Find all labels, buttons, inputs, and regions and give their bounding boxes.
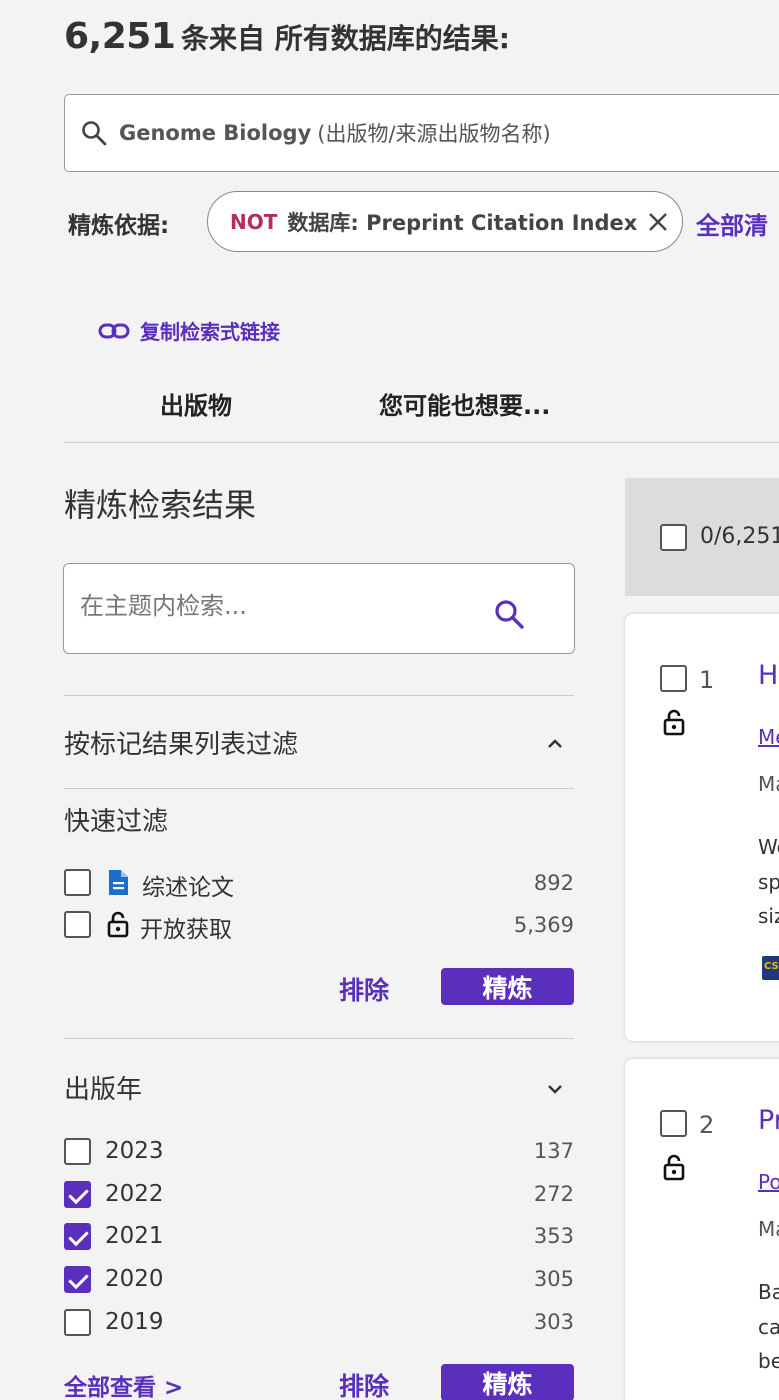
refine-by-label: 精炼依据:	[68, 213, 170, 239]
result-author-link[interactable]: Po	[758, 1170, 779, 1194]
clear-all-button[interactable]: 全部清	[696, 206, 768, 241]
quick-filter-title: 快速过滤	[64, 807, 169, 837]
unlock-icon	[107, 911, 129, 938]
year-label: 2020	[105, 1266, 164, 1292]
year-label: 2021	[105, 1223, 164, 1249]
exclude-button[interactable]: 排除	[339, 1367, 389, 1400]
close-icon[interactable]	[647, 211, 669, 233]
topic-search-icon[interactable]	[493, 598, 525, 630]
year-checkbox-2022[interactable]	[64, 1181, 91, 1208]
citation-logo[interactable]: CS	[762, 956, 779, 980]
result-checkbox[interactable]	[660, 665, 687, 692]
copy-query-link-button[interactable]: 复制检索式链接	[98, 316, 280, 345]
filter-chip[interactable]: NOT 数据库: Preprint Citation Index	[207, 191, 683, 252]
refine-results-title: 精炼检索结果	[64, 486, 257, 524]
search-icon	[82, 121, 107, 146]
link-icon	[98, 323, 130, 338]
publication-year-title[interactable]: 出版年	[64, 1069, 142, 1106]
result-abstract-line: We	[758, 835, 779, 859]
year-count: 303	[533, 1310, 574, 1334]
unlock-icon	[663, 1154, 685, 1181]
result-count-text: 条来自 所有数据库的结果:	[180, 22, 510, 55]
chevron-down-icon[interactable]	[545, 1079, 565, 1099]
result-abstract-line: sp	[758, 870, 779, 894]
result-checkbox[interactable]	[660, 1110, 687, 1137]
year-count: 353	[533, 1224, 574, 1248]
year-label: 2022	[105, 1181, 164, 1207]
result-card: 1 H Me Ma We sp siz CS	[625, 614, 779, 1041]
divider	[64, 788, 574, 789]
copy-query-link-label: 复制检索式链接	[140, 320, 280, 344]
result-source: Ma	[758, 772, 779, 796]
not-operator: NOT	[230, 209, 278, 234]
result-author-link[interactable]: Me	[758, 725, 779, 749]
quick-filter-checkbox-review[interactable]	[64, 869, 91, 896]
quick-filter-label-review: 综述论文	[142, 875, 234, 901]
query-field-desc: (出版物/来源出版物名称)	[317, 122, 551, 146]
query-text: Genome Biology	[119, 121, 312, 145]
tab-divider	[64, 442, 779, 443]
result-title-link[interactable]: H	[758, 660, 778, 691]
quick-filter-count-open-access: 5,369	[513, 913, 574, 937]
topic-search-input[interactable]	[80, 592, 460, 620]
marked-list-filter-title[interactable]: 按标记结果列表过滤	[64, 724, 298, 761]
document-icon	[109, 870, 128, 895]
view-all-link[interactable]: 全部查看 >	[64, 1368, 183, 1400]
result-abstract-line: Ba	[758, 1280, 779, 1304]
tab-publications[interactable]: 出版物	[160, 386, 232, 421]
result-count: 6,251	[64, 16, 176, 57]
exclude-button[interactable]: 排除	[339, 971, 389, 1007]
chevron-up-icon[interactable]	[545, 734, 565, 754]
results-header: 6,251 条来自 所有数据库的结果:	[64, 16, 510, 57]
year-checkbox-2020[interactable]	[64, 1266, 91, 1293]
year-checkbox-2021[interactable]	[64, 1223, 91, 1250]
query-box[interactable]: Genome Biology (出版物/来源出版物名称)	[64, 94, 779, 172]
unlock-icon	[663, 709, 685, 736]
result-abstract-line: be	[758, 1349, 779, 1373]
tab-you-may-also-like[interactable]: 您可能也想要...	[379, 386, 550, 421]
select-all-checkbox[interactable]	[660, 524, 687, 551]
result-source: Ma	[758, 1217, 779, 1241]
result-number: 1	[699, 666, 715, 694]
result-number: 2	[699, 1111, 715, 1139]
result-abstract-line: ca	[758, 1315, 779, 1339]
selected-count: 0/6,251	[700, 524, 779, 549]
year-checkbox-2019[interactable]	[64, 1309, 91, 1336]
year-label: 2023	[105, 1138, 164, 1164]
filter-chip-label: 数据库: Preprint Citation Index	[287, 210, 638, 235]
refine-button[interactable]: 精炼	[441, 1364, 574, 1400]
result-card: 2 Pr Po Ma Ba ca be	[625, 1059, 779, 1400]
result-title-link[interactable]: Pr	[758, 1105, 779, 1136]
quick-filter-count-review: 892	[533, 871, 574, 895]
year-count: 137	[533, 1139, 574, 1163]
divider	[64, 695, 574, 696]
divider	[64, 1038, 574, 1039]
year-checkbox-2023[interactable]	[64, 1138, 91, 1165]
quick-filter-checkbox-open-access[interactable]	[64, 911, 91, 938]
year-count: 272	[533, 1182, 574, 1206]
year-label: 2019	[105, 1309, 164, 1335]
result-abstract-line: siz	[758, 904, 779, 928]
year-count: 305	[533, 1267, 574, 1291]
quick-filter-label-open-access: 开放获取	[140, 917, 232, 943]
citation-logo-text: CS	[764, 961, 779, 972]
refine-button[interactable]: 精炼	[441, 968, 574, 1005]
